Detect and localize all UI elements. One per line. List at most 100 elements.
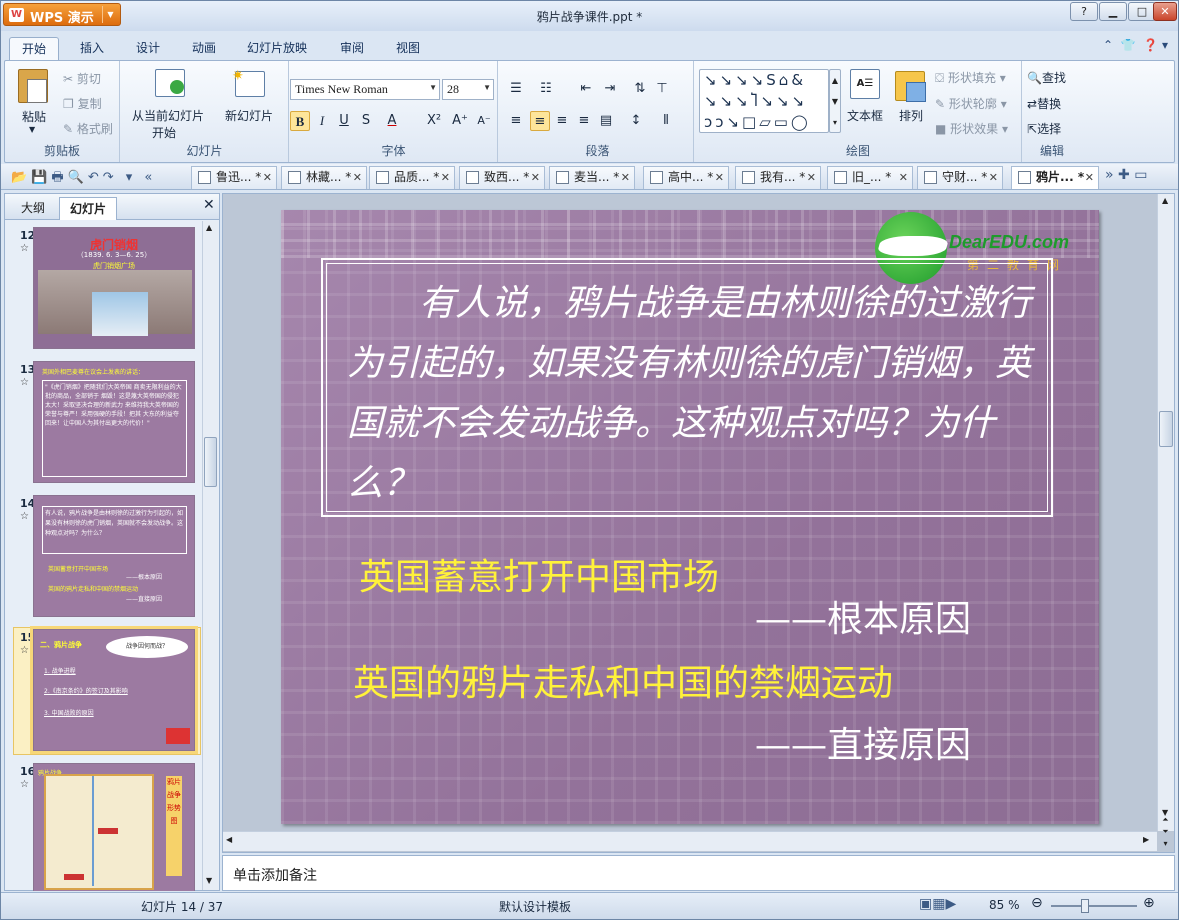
close-pane-icon[interactable]: ✕ [203,197,215,213]
notes-input[interactable]: 单击添加备注 [222,855,1175,891]
doc-tab[interactable]: 品质... * ✕ [369,166,455,189]
close-tab-icon[interactable]: ✕ [263,167,272,188]
help-icon[interactable]: ? [1070,2,1098,21]
bold-button[interactable]: B [290,111,310,131]
tab-animation[interactable]: 动画 [179,37,229,60]
paste-icon[interactable] [18,69,48,103]
ribbon-controls[interactable]: ⌃ 👕 ❓ ▾ [1103,38,1168,52]
doc-tab[interactable]: 麦当... * ✕ [549,166,635,189]
slide-thumb-12[interactable]: 虎门销烟 （1839. 6. 3—6. 25） 虎门销烟广场 [33,227,195,349]
shapes-gallery[interactable]: ↘↘↘↘S⌂& ↘↘↘Ⴈ↘↘↘ ↄↄ↘□▱▭◯ [699,69,829,133]
zoom-out-icon[interactable]: ⊖ [1031,895,1043,911]
close-tab-icon[interactable]: ✕ [1085,167,1094,188]
close-tab-icon[interactable]: ✕ [807,167,816,188]
distribute-icon[interactable]: ▤ [596,111,616,131]
cut-button[interactable]: ✂ 剪切 [63,70,101,87]
scroll-down-icon[interactable]: ▼ [206,876,212,885]
tab-slideshow[interactable]: 幻灯片放映 [237,37,317,60]
zoom-slider[interactable] [1051,905,1137,907]
tab-review[interactable]: 审阅 [327,37,377,60]
thumbnail-scrollbar[interactable]: ▲ ▼ [202,221,218,890]
maximize-button[interactable]: □ [1128,2,1156,21]
slide-thumb-16[interactable]: 鸦片战争 鸦片战争形势图 [33,763,195,891]
tab-home[interactable]: 开始 [9,37,59,60]
close-tab-icon[interactable]: ✕ [715,167,724,188]
answer-line-2[interactable]: ——根本原因 [755,590,971,642]
close-tab-icon[interactable]: ✕ [353,167,362,188]
align-right-icon[interactable]: ≡ [552,111,572,131]
doc-tab[interactable]: 致西... * ✕ [459,166,545,189]
close-tab-icon[interactable]: ✕ [621,167,630,188]
font-size-combo[interactable]: 28 ▼ [442,79,494,100]
doc-tab[interactable]: 旧_... * ✕ [827,166,913,189]
text-box-icon[interactable]: A☰ [850,69,880,99]
close-tab-icon[interactable]: ✕ [989,167,998,188]
bullets-icon[interactable]: ☰ [506,79,526,99]
slide-thumb-14[interactable]: 有人说，鸦片战争是由林则徐的过激行为引起的，如果没有林则徐的虎门销烟，英国就不会… [33,495,195,617]
italic-button[interactable]: I [312,111,332,131]
quick-access-toolbar[interactable]: 📂💾🖶🔍↶↷ ▾ « [11,168,156,190]
close-tab-icon[interactable]: ✕ [441,167,450,188]
editor-vscroll[interactable]: ▲ ▼ [1157,194,1174,831]
doc-tab[interactable]: 守财... * ✕ [917,166,1003,189]
tab-slides[interactable]: 幻灯片 [59,197,117,220]
answer-line-4[interactable]: ——直接原因 [755,716,971,768]
text-box-label[interactable]: 文本框 [847,107,883,124]
replace-button[interactable]: ⇄替换 [1027,95,1061,112]
format-painter-button[interactable]: ✎ 格式刷 [63,120,113,137]
scroll-up-icon[interactable]: ▲ [1162,196,1168,205]
arrange-icon[interactable] [895,71,926,102]
from-current-label[interactable]: 从当前幻灯片 [132,107,204,124]
line-spacing-icon[interactable]: ↕ [626,111,646,131]
doc-tab[interactable]: 鲁迅... * ✕ [191,166,277,189]
new-slide-icon[interactable]: ✷ [232,68,265,97]
doc-tab[interactable]: 鸦片... * ✕ [1011,166,1099,189]
shape-effect-button[interactable]: ■ 形状效果 ▾ [935,120,1008,137]
shape-fill-button[interactable]: ⛋ 形状填充 ▾ [935,69,1006,86]
align-left-icon[interactable]: ≡ [506,111,526,131]
font-name-combo[interactable]: Times New Roman ▼ [290,79,440,100]
tab-insert[interactable]: 插入 [67,37,117,60]
page-nav-icons[interactable]: ⏶ ⏷ ▾ [1157,814,1174,850]
start-label[interactable]: 开始 [152,124,176,141]
tab-design[interactable]: 设计 [123,37,173,60]
shape-outline-button[interactable]: ✎ 形状轮廓 ▾ [935,95,1007,112]
paste-label[interactable]: 粘贴 [22,108,46,125]
question-textbox[interactable]: 有人说，鸦片战争是由林则徐的过激行为引起的，如果没有林则徐的虎门销烟，英国就不会… [321,258,1053,517]
find-button[interactable]: 🔍查找 [1027,69,1066,86]
slide-thumb-15[interactable]: 二、鸦片战争 战争因何而战？ 1. 战争进程 2.《南京条约》的签订及其影响 3… [30,626,198,754]
new-slide-label[interactable]: 新幻灯片 [225,107,273,124]
scroll-thumb[interactable] [204,437,217,487]
scroll-up-icon[interactable]: ▲ [206,223,212,232]
copy-button[interactable]: ❐ 复制 [63,95,102,112]
tab-outline[interactable]: 大纲 [9,197,57,220]
close-tab-icon[interactable]: ✕ [531,167,540,188]
gallery-scroll[interactable]: ▲ ▼ ▾ [829,69,841,133]
align-center-icon[interactable]: ≡ [530,111,550,131]
numbering-icon[interactable]: ☷ [536,79,556,99]
view-mode-icons[interactable]: ▣▦▶ [919,896,956,912]
close-button[interactable]: ✕ [1153,2,1177,21]
doc-tab[interactable]: 我有... * ✕ [735,166,821,189]
superscript-icon[interactable]: X² [424,111,444,131]
shrink-font-icon[interactable]: A⁻ [474,111,494,131]
decrease-indent-icon[interactable]: ⇤ [576,79,596,99]
slide-thumb-13[interactable]: 英国外相巴麦尊在议会上发表的讲话： "《虎门销烟》把随我们大英帝国 商卖无限利益… [33,361,195,483]
scroll-left-icon[interactable]: ◀ [226,835,232,844]
slide-canvas[interactable]: DearEDU.com 第二教育网 有人说，鸦片战争是由林则徐的过激行为引起的，… [281,210,1099,824]
tab-view[interactable]: 视图 [383,37,433,60]
increase-indent-icon[interactable]: ⇥ [600,79,620,99]
font-color-icon[interactable]: A [382,111,402,131]
select-button[interactable]: ⇱选择 [1027,120,1061,137]
strikethrough-button[interactable]: S [356,111,376,131]
chevron-down-icon[interactable]: ▼ [29,125,35,134]
columns-icon[interactable]: ⫴ [656,111,676,131]
scroll-right-icon[interactable]: ▶ [1143,835,1149,844]
doc-tab[interactable]: 林藏... * ✕ [281,166,367,189]
editor-hscroll[interactable]: ◀ ▶ [223,831,1157,851]
play-from-current-icon[interactable] [155,69,185,97]
zoom-slider-thumb[interactable] [1081,899,1089,913]
arrange-label[interactable]: 排列 [899,107,923,124]
align-text-icon[interactable]: ⊤ [652,79,672,99]
underline-button[interactable]: U [334,111,354,131]
